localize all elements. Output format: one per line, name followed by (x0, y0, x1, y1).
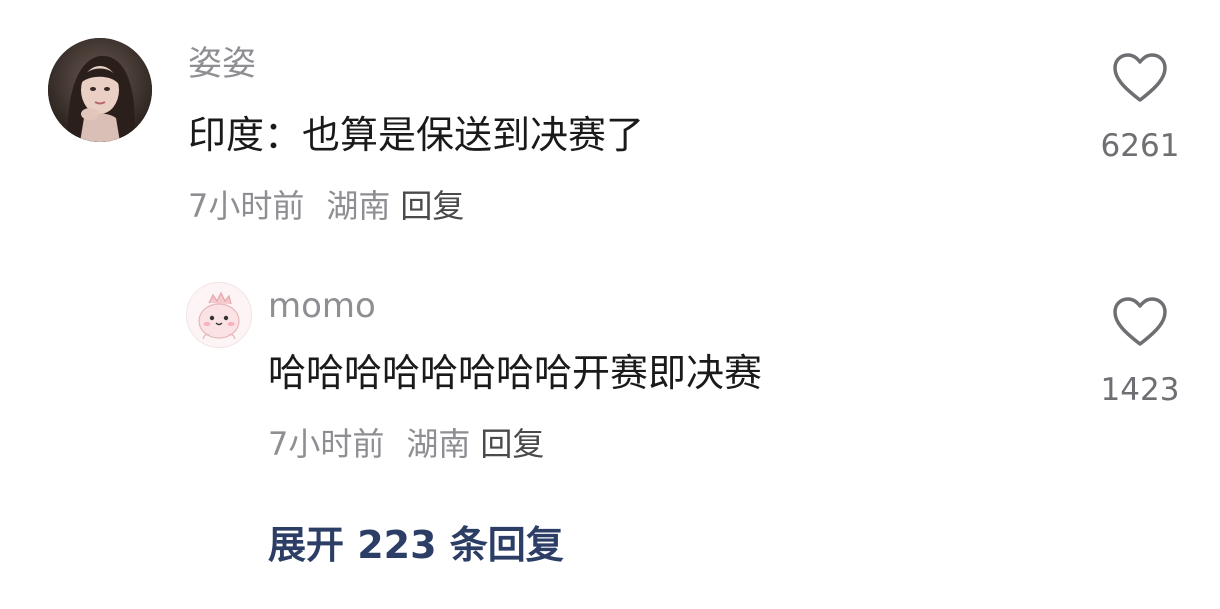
comment-time: 7小时前 (188, 187, 305, 225)
reply-like-count: 1423 (1100, 372, 1180, 408)
comment-like-button[interactable]: 6261 (1095, 52, 1185, 164)
reply-reply-button[interactable]: 回复 (480, 424, 544, 464)
comment-item: 姿姿 印度：也算是保送到决赛了 7小时前 湖南 回复 6261 (0, 0, 1220, 250)
heart-outline-icon (1113, 53, 1167, 102)
reply-item: momo 哈哈哈哈哈哈哈哈开赛即决赛 7小时前 湖南 回复 1423 (0, 250, 1220, 500)
comment-like-count: 6261 (1100, 128, 1180, 164)
comment-username[interactable]: 姿姿 (188, 44, 256, 84)
comment-location: 湖南 (326, 187, 391, 225)
heart-outline-icon (1113, 297, 1167, 346)
avatar-photo-icon (48, 38, 152, 142)
reply-text: 哈哈哈哈哈哈哈哈开赛即决赛 (268, 351, 763, 395)
reply-avatar[interactable] (186, 282, 252, 348)
reply-like-button[interactable]: 1423 (1095, 296, 1185, 408)
comment-reply-button[interactable]: 回复 (400, 186, 464, 226)
reply-meta: 7小时前 湖南 回复 (268, 424, 544, 464)
avatar[interactable] (48, 38, 152, 142)
reply-username[interactable]: momo (268, 286, 376, 326)
cartoon-avatar-icon (187, 283, 251, 347)
expand-replies-button[interactable]: 展开 223 条回复 (268, 522, 564, 568)
reply-location: 湖南 (406, 425, 471, 463)
comment-meta: 7小时前 湖南 回复 (188, 186, 464, 226)
reply-time: 7小时前 (268, 425, 385, 463)
comment-text: 印度：也算是保送到决赛了 (188, 113, 645, 157)
